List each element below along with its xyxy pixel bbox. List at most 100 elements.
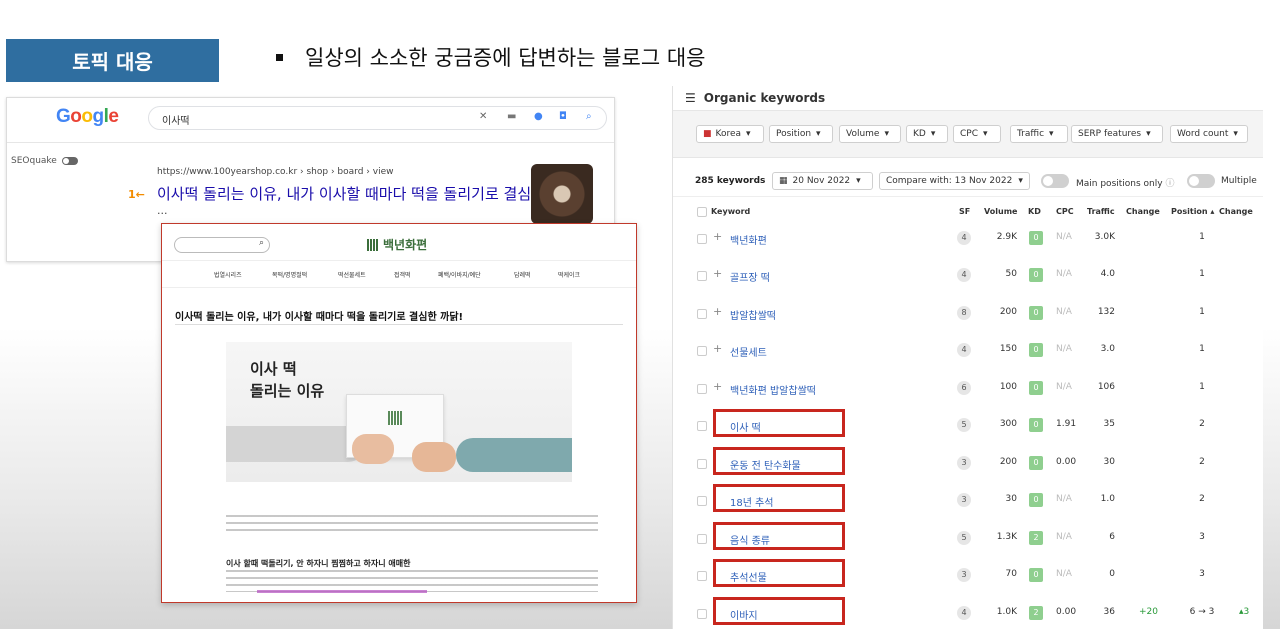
row-checkbox[interactable] xyxy=(697,271,707,281)
row-checkbox[interactable] xyxy=(697,534,707,544)
search-icon[interactable]: ⌕ xyxy=(259,238,264,248)
result-url[interactable]: https://www.100yearshop.co.kr › shop › b… xyxy=(157,167,393,177)
keyword-link[interactable]: 백년화편 xyxy=(730,232,767,247)
filter-word-count[interactable]: Word count ▾ xyxy=(1170,125,1248,143)
filter-position[interactable]: Position ▾ xyxy=(769,125,833,143)
col-kd[interactable]: KD xyxy=(1028,207,1041,216)
traffic-value: 36 xyxy=(1103,607,1115,617)
filter-kd[interactable]: KD ▾ xyxy=(906,125,948,143)
nav-item[interactable]: 떡케이크 xyxy=(558,270,580,279)
sf-badge[interactable]: 3 xyxy=(957,456,971,470)
google-logo[interactable]: Google xyxy=(56,106,119,128)
sf-badge[interactable]: 5 xyxy=(957,418,971,432)
sf-badge[interactable]: 3 xyxy=(957,493,971,507)
clear-icon[interactable]: ✕ xyxy=(479,111,487,122)
result-thumbnail[interactable] xyxy=(531,164,593,224)
filter-bar: ■ Korea ▾ Position ▾ Volume ▾ KD ▾ CPC ▾ Traff… xyxy=(673,110,1263,158)
row-checkbox[interactable] xyxy=(697,459,707,469)
sf-badge[interactable]: 4 xyxy=(957,606,971,620)
highlighted-link[interactable] xyxy=(257,590,427,593)
keyboard-icon[interactable]: ▬ xyxy=(507,111,516,122)
cpc-value: N/A xyxy=(1056,269,1072,279)
search-icon[interactable]: ⌕ xyxy=(586,111,592,122)
sf-badge[interactable]: 4 xyxy=(957,343,971,357)
keyword-link[interactable]: 백년화편 밥알찹쌀떡 xyxy=(730,382,816,397)
col-change[interactable]: Change xyxy=(1126,207,1160,216)
select-all-checkbox[interactable] xyxy=(697,207,707,217)
filter-volume[interactable]: Volume ▾ xyxy=(839,125,901,143)
blog-logo[interactable]: 백년화편 xyxy=(367,236,427,253)
filter-traffic[interactable]: Traffic ▾ xyxy=(1010,125,1068,143)
col-volume[interactable]: Volume xyxy=(984,207,1017,216)
multiple-toggle[interactable] xyxy=(1187,174,1215,188)
add-icon[interactable]: + xyxy=(713,267,722,280)
col-traffic[interactable]: Traffic xyxy=(1087,207,1115,216)
keyword-count: 285 keywords xyxy=(695,176,766,186)
keyword-link[interactable]: 선물세트 xyxy=(730,344,767,359)
table-row[interactable]: 추석선물 3 70 0 N/A 0 3 xyxy=(673,559,1263,596)
table-row[interactable]: + 백년화편 밥알찹쌀떡 6 100 0 N/A 106 1 xyxy=(673,372,1263,409)
filter-country[interactable]: ■ Korea ▾ xyxy=(696,125,764,143)
table-row[interactable]: + 백년화편 4 2.9K 0 N/A 3.0K 1 xyxy=(673,222,1263,259)
add-icon[interactable]: + xyxy=(713,380,722,393)
cpc-value: 1.91 xyxy=(1056,419,1077,429)
col-position[interactable]: Position ▴ xyxy=(1171,207,1214,216)
table-row[interactable]: + 선물세트 4 150 0 N/A 3.0 1 xyxy=(673,334,1263,371)
keyword-link[interactable]: 밥알찹쌀떡 xyxy=(730,307,776,322)
kd-badge: 0 xyxy=(1029,268,1043,282)
row-checkbox[interactable] xyxy=(697,609,707,619)
table-row[interactable]: 이사 떡 5 300 0 1.91 35 2 xyxy=(673,409,1263,446)
nav-item[interactable]: 법열시리즈 xyxy=(214,270,242,279)
camera-icon[interactable]: ◘ xyxy=(559,111,567,122)
nav-item[interactable]: 목떡/명명절떡 xyxy=(272,270,307,279)
filter-serp-features[interactable]: SERP features ▾ xyxy=(1071,125,1163,143)
label-text: Main positions only xyxy=(1076,179,1163,189)
menu-icon[interactable]: ☰ xyxy=(685,91,696,105)
seoquake-toggle[interactable]: SEOquake xyxy=(11,156,78,166)
filter-cpc[interactable]: CPC ▾ xyxy=(953,125,1001,143)
add-icon[interactable]: + xyxy=(713,342,722,355)
add-icon[interactable]: + xyxy=(713,305,722,318)
main-positions-toggle[interactable] xyxy=(1041,174,1069,188)
table-row[interactable]: 18년 추석 3 30 0 N/A 1.0 2 xyxy=(673,484,1263,521)
microphone-icon[interactable]: ● xyxy=(534,111,543,122)
row-checkbox[interactable] xyxy=(697,384,707,394)
col-sf[interactable]: SF xyxy=(959,207,970,216)
nav-item[interactable]: 접객떡 xyxy=(394,270,411,279)
keyword-link[interactable]: 골프장 떡 xyxy=(730,269,770,284)
sf-badge[interactable]: 6 xyxy=(957,381,971,395)
row-checkbox[interactable] xyxy=(697,571,707,581)
table-row[interactable]: + 골프장 떡 4 50 0 N/A 4.0 1 xyxy=(673,259,1263,296)
col-cpc[interactable]: CPC xyxy=(1056,207,1074,216)
table-row[interactable]: + 밥알찹쌀떡 8 200 0 N/A 132 1 xyxy=(673,297,1263,334)
compare-picker[interactable]: Compare with: 13 Nov 2022 ▾ xyxy=(879,172,1030,190)
sf-badge[interactable]: 5 xyxy=(957,531,971,545)
row-checkbox[interactable] xyxy=(697,234,707,244)
add-icon[interactable]: + xyxy=(713,230,722,243)
result-title-link[interactable]: 이사떡 돌리는 이유, 내가 이사할 때마다 떡을 돌리기로 결심 xyxy=(157,183,531,204)
table-row[interactable]: 이바지 4 1.0K 2 0.00 36 +20 6 → 3 ▴3 xyxy=(673,597,1263,629)
nav-item[interactable]: 폐백/이바지/예단 xyxy=(438,270,481,279)
sf-badge[interactable]: 3 xyxy=(957,568,971,582)
info-icon[interactable]: ⓘ xyxy=(1165,179,1174,189)
box-logo-icon xyxy=(388,411,402,425)
row-checkbox[interactable] xyxy=(697,496,707,506)
table-row[interactable]: 음식 종류 5 1.3K 2 N/A 6 3 xyxy=(673,522,1263,559)
position-value: 1 xyxy=(1199,382,1205,392)
table-row[interactable]: 운동 전 탄수화물 3 200 0 0.00 30 2 xyxy=(673,447,1263,484)
blog-search-input[interactable]: ⌕ xyxy=(174,237,270,253)
nav-item[interactable]: 떡선물세트 xyxy=(338,270,366,279)
sf-badge[interactable]: 8 xyxy=(957,306,971,320)
google-search-input[interactable]: 이사떡 ✕ ▬ ● ◘ ⌕ xyxy=(148,106,607,130)
row-checkbox[interactable] xyxy=(697,421,707,431)
nav-item[interactable]: 답례떡 xyxy=(514,270,531,279)
cpc-value: N/A xyxy=(1056,344,1072,354)
sf-badge[interactable]: 4 xyxy=(957,268,971,282)
date-picker[interactable]: ▦ 20 Nov 2022 ▾ xyxy=(772,172,873,190)
kd-badge: 0 xyxy=(1029,568,1043,582)
sf-badge[interactable]: 4 xyxy=(957,231,971,245)
col-keyword[interactable]: Keyword xyxy=(711,207,750,216)
col-position-change[interactable]: Change xyxy=(1219,207,1253,216)
row-checkbox[interactable] xyxy=(697,309,707,319)
row-checkbox[interactable] xyxy=(697,346,707,356)
